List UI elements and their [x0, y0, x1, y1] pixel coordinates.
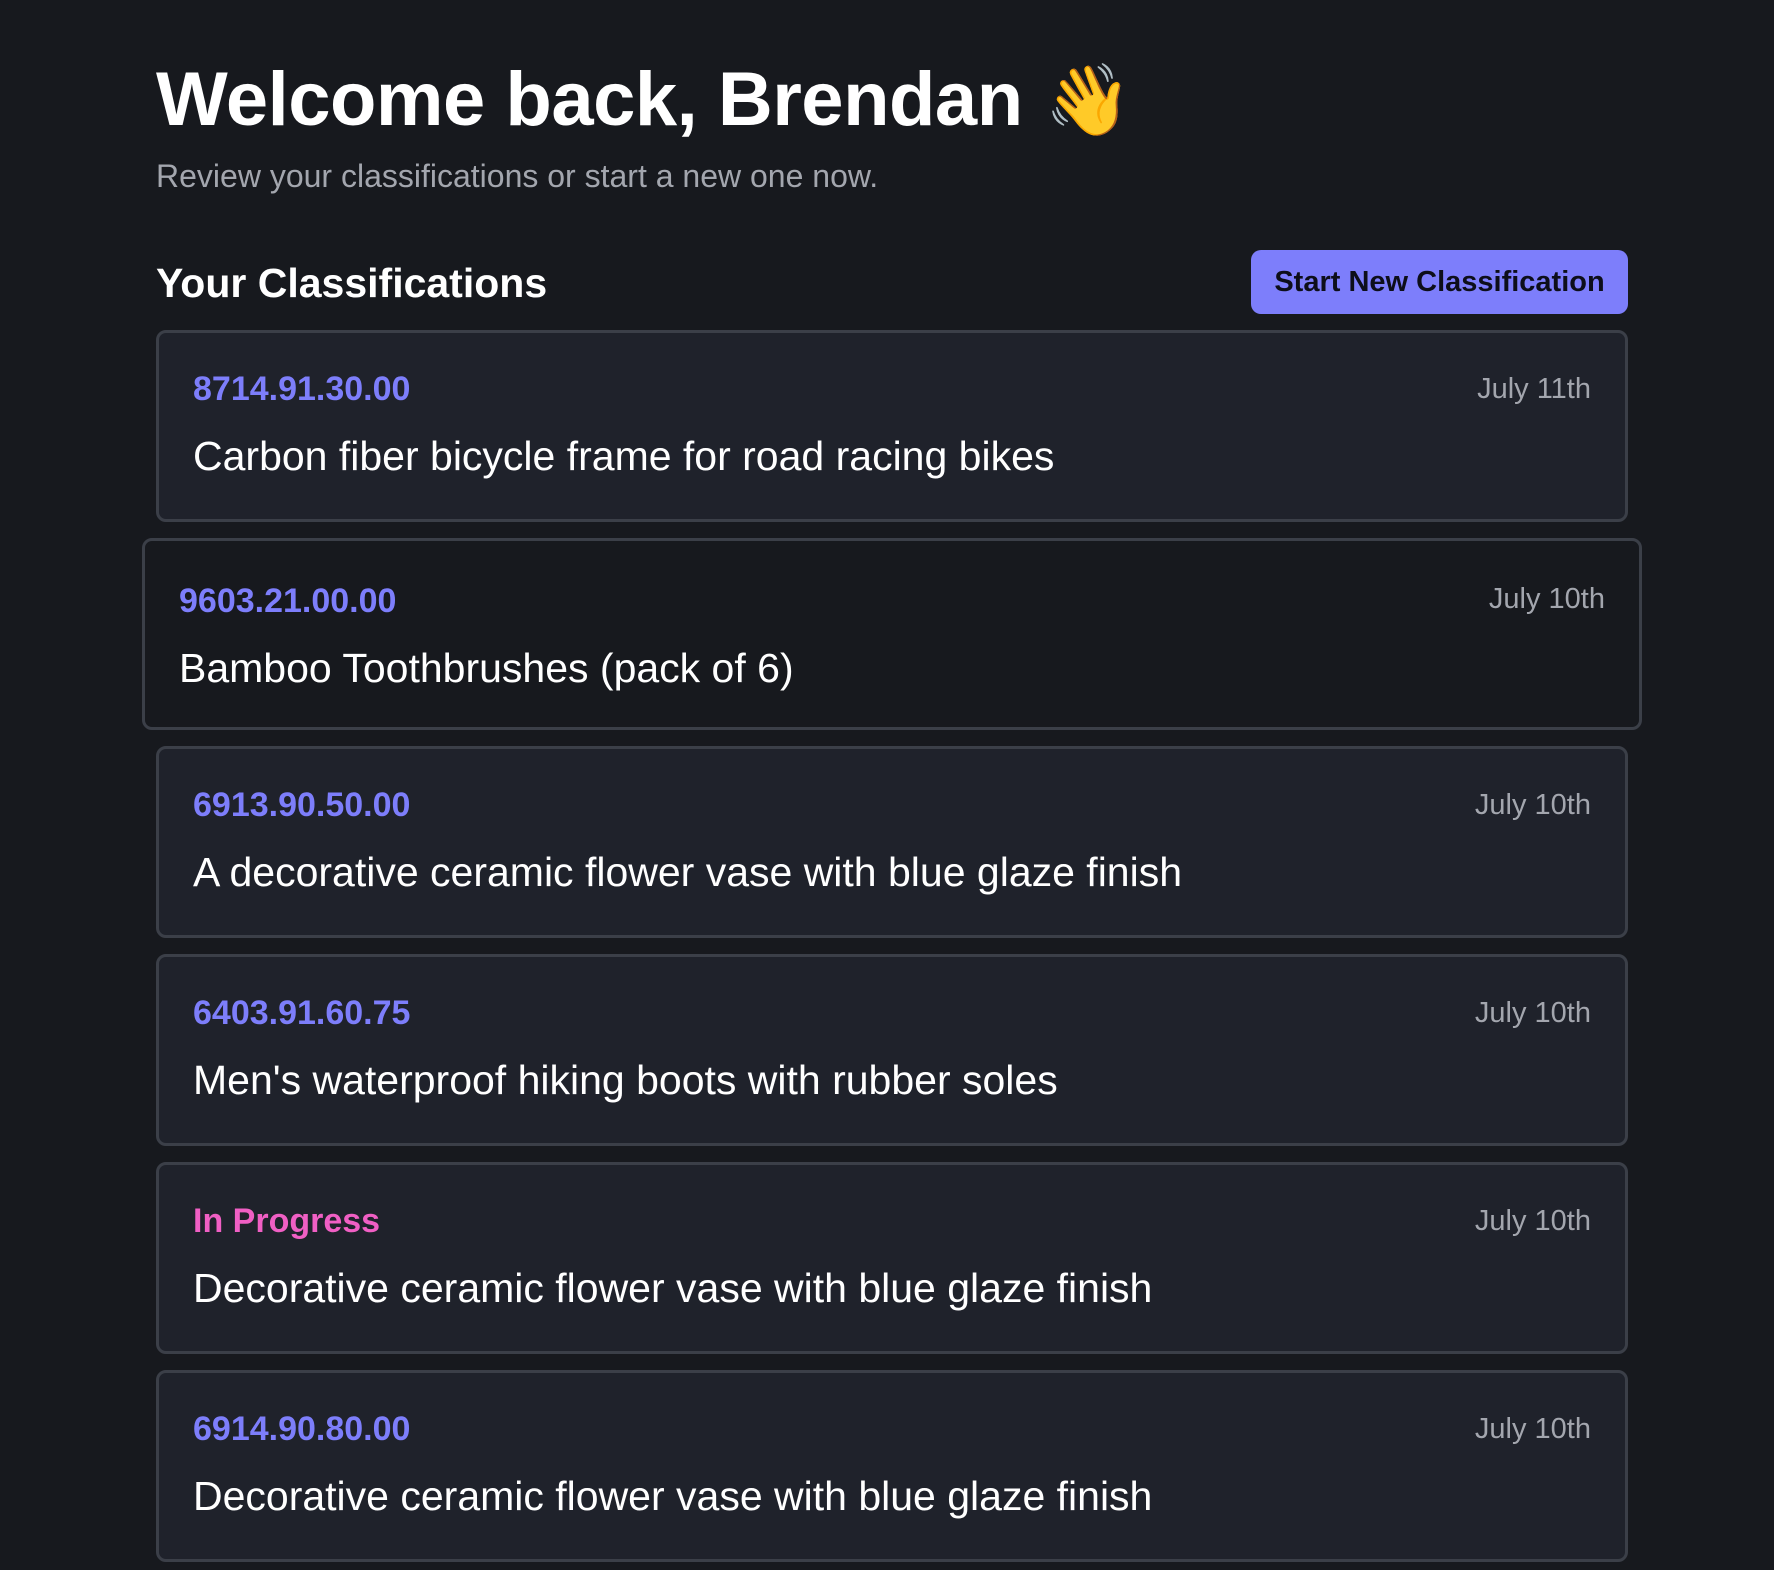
classification-description: Carbon fiber bicycle frame for road raci…	[193, 433, 1055, 479]
welcome-subtitle: Review your classifications or start a n…	[156, 158, 879, 194]
in-progress-status: In Progress	[193, 1202, 381, 1240]
classification-description: Decorative ceramic flower vase with blue…	[193, 1473, 1153, 1519]
classification-card[interactable]: 8714.91.30.00 July 11th Carbon fiber bic…	[156, 330, 1628, 522]
start-new-classification-button[interactable]: Start New Classification	[1251, 250, 1628, 314]
waving-hand-icon: 👋	[1044, 61, 1132, 139]
welcome-text: Welcome back, Brendan	[156, 57, 1023, 142]
classification-date: July 11th	[1477, 373, 1591, 405]
classification-card[interactable]: 6914.90.80.00 July 10th Decorative ceram…	[156, 1370, 1628, 1562]
classification-code: 6913.90.50.00	[193, 786, 411, 824]
classification-code: 8714.91.30.00	[193, 370, 411, 408]
classification-card[interactable]: 9603.21.00.00 July 10th Bamboo Toothbrus…	[142, 538, 1642, 730]
classification-description: Men's waterproof hiking boots with rubbe…	[193, 1057, 1058, 1103]
classification-code: 6914.90.80.00	[193, 1410, 411, 1448]
classification-description: Bamboo Toothbrushes (pack of 6)	[179, 645, 794, 691]
classification-date: July 10th	[1474, 1413, 1591, 1445]
classification-date: July 10th	[1474, 997, 1591, 1029]
classification-date: July 10th	[1474, 1205, 1591, 1237]
classification-card[interactable]: 6913.90.50.00 July 10th A decorative cer…	[156, 746, 1628, 938]
classification-date: July 10th	[1488, 583, 1605, 615]
classification-card[interactable]: 6403.91.60.75 July 10th Men's waterproof…	[156, 954, 1628, 1146]
classification-description: A decorative ceramic flower vase with bl…	[193, 849, 1183, 895]
classification-code: 6403.91.60.75	[193, 994, 411, 1032]
classification-date: July 10th	[1474, 789, 1591, 821]
classification-code: 9603.21.00.00	[179, 582, 397, 620]
welcome-heading: Welcome back, Brendan 👋	[156, 52, 1132, 148]
classifications-section-title: Your Classifications	[156, 260, 548, 306]
classification-description: Decorative ceramic flower vase with blue…	[193, 1265, 1153, 1311]
classification-card[interactable]: In Progress July 10th Decorative ceramic…	[156, 1162, 1628, 1354]
